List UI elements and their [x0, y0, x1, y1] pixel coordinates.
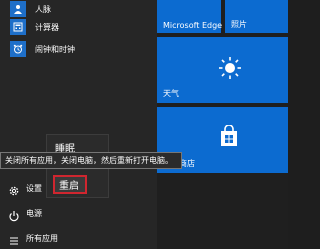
restart-label: 重启	[59, 181, 79, 192]
shopping-bag-icon	[219, 124, 239, 151]
power-icon	[8, 207, 20, 222]
app-label-calculator: 计算器	[35, 22, 59, 32]
settings-label: 设置	[26, 183, 42, 193]
app-label-people: 人脉	[35, 4, 51, 14]
tile-label-edge: Microsoft Edge	[163, 21, 223, 30]
start-menu-left-pane: 人脉 计算器 闹钟和时钟 设置 电源 所有应用	[0, 0, 157, 249]
tile-label-photos: 照片	[231, 20, 247, 29]
app-item-alarms[interactable]: 闹钟和时钟	[0, 38, 157, 60]
power-label: 电源	[26, 208, 42, 218]
all-apps-icon	[8, 232, 20, 245]
alarm-clock-icon	[10, 41, 26, 57]
restart-menu-item[interactable]: 重启	[53, 175, 87, 194]
tiles-area: Microsoft Edge 照片 天气	[157, 0, 288, 249]
all-apps-label: 所有应用	[26, 233, 58, 243]
tile-label-weather: 天气	[163, 89, 179, 98]
power-item[interactable]: 电源	[0, 202, 157, 224]
sun-icon	[219, 57, 241, 83]
restart-tooltip: 关闭所有应用，关闭电脑，然后重新打开电脑。	[0, 152, 182, 169]
all-apps-item[interactable]: 所有应用	[0, 227, 157, 249]
tile-photos[interactable]: 照片	[225, 0, 288, 33]
people-icon	[10, 1, 26, 17]
tooltip-text: 关闭所有应用，关闭电脑，然后重新打开电脑。	[5, 156, 173, 165]
app-label-alarms: 闹钟和时钟	[35, 44, 75, 54]
calculator-icon	[10, 19, 26, 35]
tile-weather[interactable]: 天气	[157, 37, 288, 103]
tile-microsoft-edge[interactable]: Microsoft Edge	[157, 0, 223, 33]
gear-icon	[8, 182, 20, 196]
app-item-calculator[interactable]: 计算器	[0, 16, 157, 38]
